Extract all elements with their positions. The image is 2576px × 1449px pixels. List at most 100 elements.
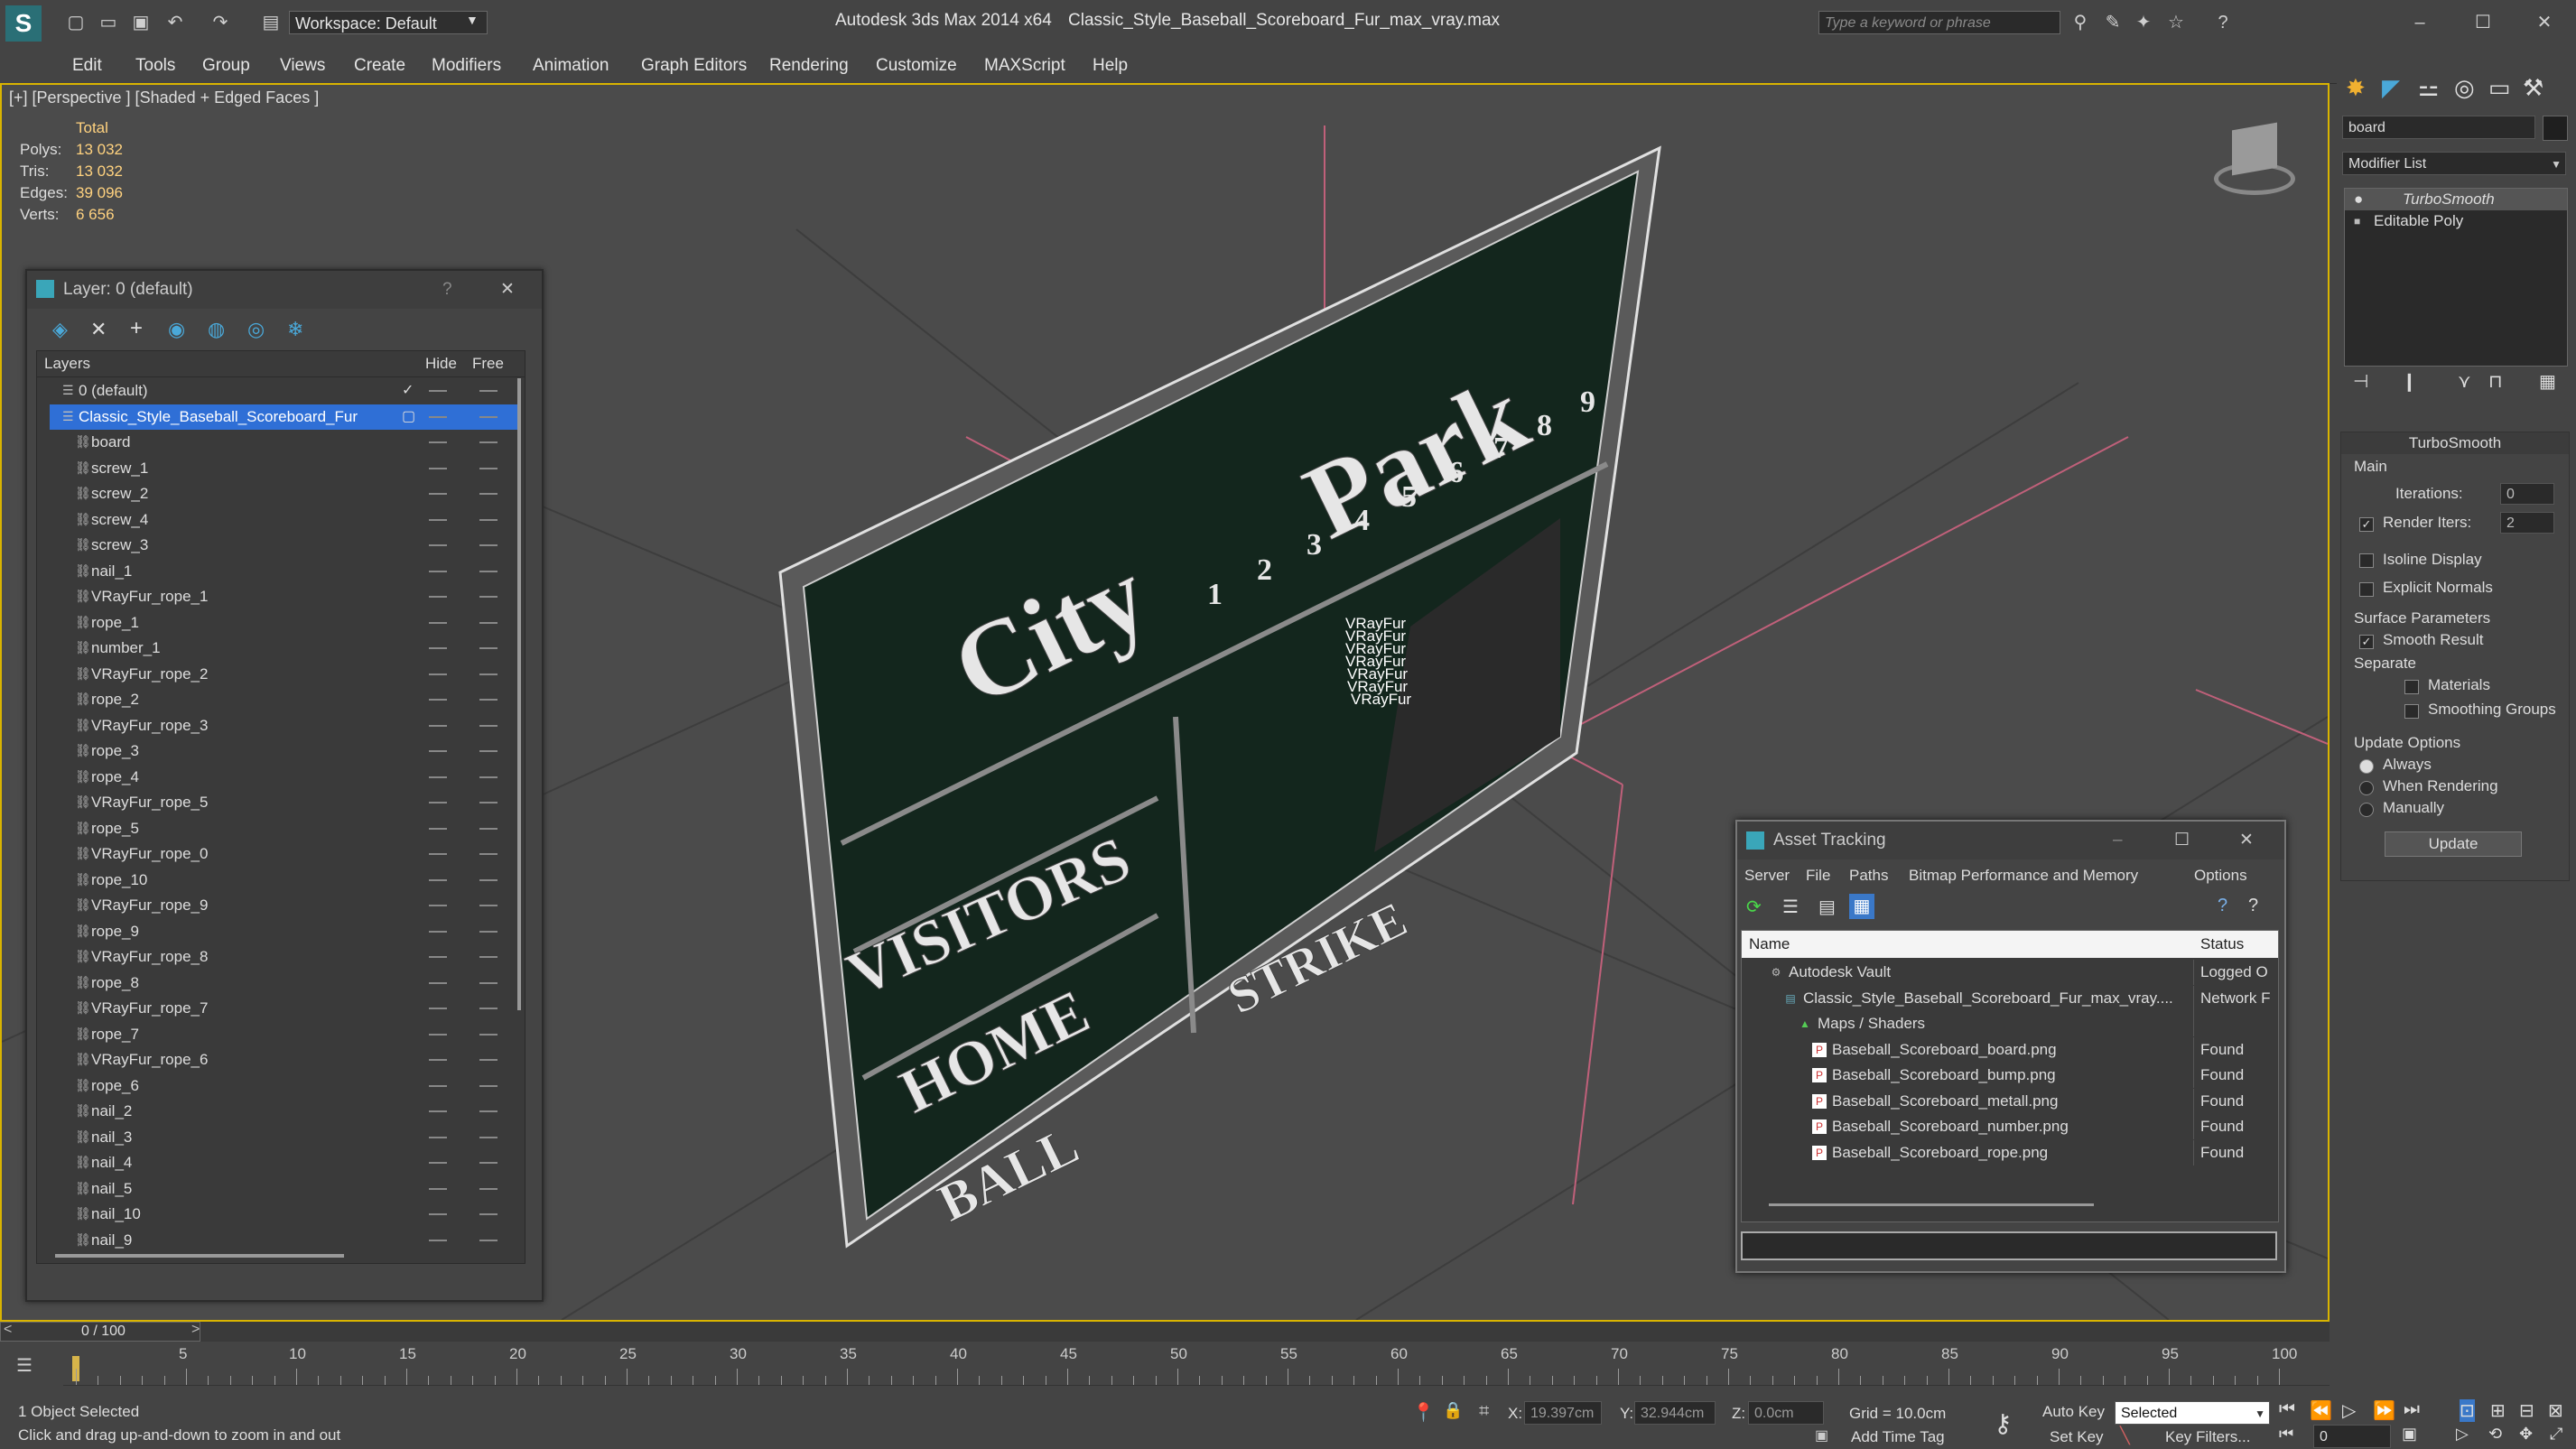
curve-editor-icon[interactable]: ☰ (16, 1354, 33, 1377)
time-slider-thumb[interactable] (0, 1322, 200, 1342)
freeze-toggle[interactable] (479, 750, 498, 752)
layer-object-row[interactable]: ⛓ screw_3 (50, 533, 519, 558)
current-frame-field[interactable]: 0 (2313, 1425, 2391, 1448)
freeze-toggle[interactable] (479, 441, 498, 443)
undo-icon[interactable]: ↶ (163, 11, 188, 34)
isolate-icon[interactable]: 📍 (1412, 1401, 1435, 1424)
freeze-toggle[interactable] (479, 621, 498, 624)
asset-row[interactable]: P Baseball_Scoreboard_metall.png Found (1742, 1088, 2271, 1115)
layer-object-row[interactable]: ⛓ rope_9 (50, 919, 519, 944)
freeze-toggle[interactable] (479, 1162, 498, 1164)
update-button[interactable]: Update (2385, 831, 2522, 857)
utilities-tab-icon[interactable]: ⚒ (2523, 74, 2543, 102)
layer-object-row[interactable]: ⛓ number_1 (50, 636, 519, 661)
layer-list[interactable]: Layers Hide Free ☰ 0 (default) ✓ ☰ Classic_S… (36, 350, 525, 1264)
layer-current-toggle[interactable]: ▢ (402, 404, 415, 430)
freeze-toggle[interactable] (479, 724, 498, 727)
layer-object-row[interactable]: ⛓ rope_10 (50, 868, 519, 893)
close-window-icon[interactable]: ✕ (2532, 11, 2557, 34)
freeze-toggle[interactable] (479, 1008, 498, 1009)
layer-object-row[interactable]: ⛓ rope_1 (50, 610, 519, 636)
current-layer-check-icon[interactable]: ✓ (402, 378, 414, 404)
hide-toggle[interactable] (429, 1136, 447, 1138)
freeze-toggle[interactable] (479, 415, 498, 418)
menu-animation[interactable]: Animation (533, 56, 609, 76)
hide-toggle[interactable] (429, 647, 447, 649)
communication-center-icon[interactable]: ✎ (2100, 11, 2125, 34)
display-tab-icon[interactable]: ▭ (2488, 74, 2511, 102)
object-name-field[interactable]: board (2342, 116, 2535, 139)
hide-toggle[interactable] (429, 1008, 447, 1009)
hide-toggle[interactable] (429, 544, 447, 546)
help-icon[interactable]: ? (2218, 896, 2227, 916)
create-tab-icon[interactable]: ✸ (2346, 74, 2366, 102)
hide-toggle[interactable] (429, 1110, 447, 1112)
asset-scrollbar[interactable] (1769, 1203, 2094, 1206)
column-status[interactable]: Status (2200, 931, 2244, 958)
freeze-toggle[interactable] (479, 1059, 498, 1061)
freeze-toggle[interactable] (479, 853, 498, 855)
menu-create[interactable]: Create (354, 56, 405, 76)
minimize-icon[interactable]: – (2113, 822, 2123, 859)
open-file-icon[interactable]: ▭ (96, 11, 121, 34)
hide-toggle[interactable] (429, 724, 447, 727)
time-slider-right-icon[interactable]: > (191, 1322, 200, 1338)
freeze-toggle[interactable] (479, 1239, 498, 1241)
smooth-result-checkbox[interactable]: ✓ (2359, 635, 2374, 649)
app-logo-icon[interactable]: S (5, 5, 42, 42)
time-slider[interactable]: < 0 / 100 > (0, 1322, 2330, 1342)
freeze-toggle[interactable] (479, 493, 498, 495)
hide-toggle[interactable] (429, 673, 447, 675)
hide-toggle[interactable] (429, 699, 447, 701)
freeze-toggle[interactable] (479, 518, 498, 521)
freeze-toggle[interactable] (479, 878, 498, 881)
freeze-toggle[interactable] (479, 544, 498, 546)
render-iters-checkbox[interactable]: ✓ (2359, 517, 2374, 532)
play-icon[interactable]: ▷ (2342, 1399, 2356, 1422)
refresh-icon[interactable]: ⟳ (1746, 896, 1762, 918)
hierarchy-tab-icon[interactable]: ⚍ (2418, 74, 2439, 102)
track-bar[interactable]: 5 10 15 20 25 30 35 40 45 50 55 60 65 70 75 80 85 90 95 100 (63, 1345, 2330, 1386)
walk-icon[interactable]: ✥ (2519, 1425, 2533, 1444)
layer-object-row[interactable]: ⛓ nail_1 (50, 559, 519, 584)
asset-tracking-dialog[interactable]: Asset Tracking – ☐ ✕ Server File Paths B… (1735, 820, 2286, 1273)
modify-tab-icon[interactable]: ◤ (2382, 74, 2400, 102)
pan-icon[interactable]: ▷ (2456, 1425, 2469, 1444)
previous-frame-icon[interactable]: ⏪ (2310, 1399, 2332, 1422)
z-coordinate-field[interactable]: 0.0cm (1748, 1401, 1824, 1425)
freeze-toggle[interactable] (479, 930, 498, 933)
isoline-display-checkbox[interactable] (2359, 553, 2374, 568)
layer-object-row[interactable]: ⛓ VRayFur_rope_3 (50, 713, 519, 738)
hide-toggle[interactable] (429, 1239, 447, 1241)
asset-row[interactable]: P Baseball_Scoreboard_board.png Found (1742, 1036, 2271, 1064)
table-view-icon[interactable]: ▤ (1818, 896, 1836, 918)
asset-path-field[interactable] (1741, 1231, 2277, 1260)
maximize-icon[interactable]: ☐ (2174, 822, 2190, 859)
asset-menu-options[interactable]: Options (2194, 863, 2247, 888)
zoom-extents-icon[interactable]: ⊡ (2460, 1399, 2475, 1422)
layer-object-row[interactable]: ⛓ nail_2 (50, 1099, 519, 1124)
layer-object-row[interactable]: ⛓ screw_1 (50, 456, 519, 481)
asset-menu-bitmap-performance[interactable]: Bitmap Performance and Memory (1909, 863, 2138, 888)
hide-toggle[interactable] (429, 853, 447, 855)
x-coordinate-field[interactable]: 19.397cm (1524, 1401, 1602, 1425)
auto-key-button[interactable]: Auto Key (2042, 1403, 2105, 1421)
new-file-icon[interactable]: ▢ (63, 11, 88, 34)
asset-row[interactable]: ▲ Maps / Shaders (1742, 1011, 2271, 1037)
hide-toggle[interactable] (429, 467, 447, 469)
hide-toggle[interactable] (429, 390, 447, 392)
asset-row[interactable]: ▤ Classic_Style_Baseball_Scoreboard_Fur_m… (1742, 985, 2271, 1012)
asset-menu-file[interactable]: File (1806, 863, 1830, 888)
minimize-window-icon[interactable]: – (2407, 11, 2432, 34)
horizontal-scrollbar[interactable] (55, 1254, 344, 1258)
layer-object-row[interactable]: ⛓ VRayFur_rope_0 (50, 841, 519, 867)
layer-object-row[interactable]: ⛓ nail_9 (50, 1228, 519, 1253)
layer-object-row[interactable]: ⛓ VRayFur_rope_7 (50, 996, 519, 1021)
freeze-toggle[interactable] (479, 1110, 498, 1112)
lock-icon[interactable]: 🔒 (1443, 1401, 1463, 1420)
menu-group[interactable]: Group (202, 56, 250, 76)
freeze-toggle[interactable] (479, 802, 498, 803)
manually-radio[interactable] (2359, 803, 2374, 817)
freeze-toggle[interactable] (479, 956, 498, 958)
explicit-normals-checkbox[interactable] (2359, 582, 2374, 597)
